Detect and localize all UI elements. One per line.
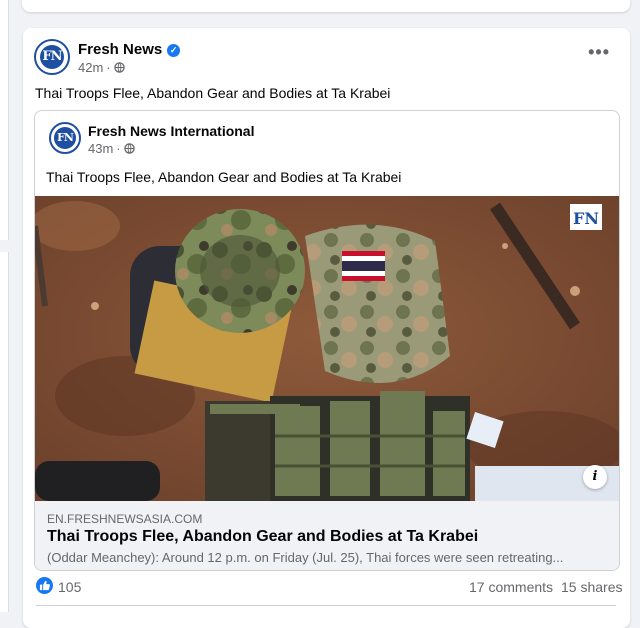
- shared-post-time[interactable]: 43m: [88, 141, 113, 156]
- like-count[interactable]: 105: [58, 579, 81, 595]
- post-text: Thai Troops Flee, Abandon Gear and Bodie…: [35, 85, 391, 101]
- post-time[interactable]: 42m: [78, 60, 103, 75]
- fresh-news-international-logo: FN: [54, 127, 76, 149]
- shared-post-meta: 43m ·: [88, 141, 135, 156]
- shared-author-name[interactable]: Fresh News International: [88, 123, 254, 139]
- link-domain: EN.FRESHNEWSASIA.COM: [47, 512, 203, 526]
- previous-post-card: [22, 0, 630, 12]
- watermark-logo: FN: [573, 209, 599, 228]
- post-card: FN Fresh News ✓ 42m · ••• Thai Troops Flee…: [23, 28, 630, 628]
- link-title[interactable]: Thai Troops Flee, Abandon Gear and Bodie…: [47, 528, 478, 546]
- thumbs-up-icon: [39, 580, 50, 591]
- globe-icon: [113, 62, 125, 73]
- info-button[interactable]: i: [583, 465, 607, 489]
- post-meta: 42m ·: [78, 60, 125, 75]
- link-description: (Oddar Meanchey): Around 12 p.m. on Frid…: [47, 550, 564, 565]
- left-panel-edge-bottom: [0, 252, 9, 612]
- page-avatar[interactable]: FN: [34, 39, 70, 75]
- left-edge: [0, 0, 10, 612]
- globe-icon: [123, 143, 135, 154]
- share-count[interactable]: 15 shares: [561, 579, 622, 595]
- post-author-line: Fresh News ✓: [78, 41, 181, 58]
- divider: [36, 605, 616, 606]
- shared-post-text: Thai Troops Flee, Abandon Gear and Bodie…: [46, 169, 402, 185]
- shared-page-avatar[interactable]: FN: [49, 122, 81, 154]
- like-reaction-icon[interactable]: [36, 577, 53, 594]
- verified-badge-icon: ✓: [167, 44, 181, 57]
- military-gear-photo: FN: [35, 196, 619, 501]
- more-options-icon[interactable]: •••: [588, 42, 610, 63]
- shared-post[interactable]: FN Fresh News International 43m · Thai Tr…: [34, 110, 620, 571]
- post-author-name[interactable]: Fresh News: [78, 41, 162, 58]
- link-preview[interactable]: EN.FRESHNEWSASIA.COM Thai Troops Flee, A…: [35, 501, 619, 570]
- fresh-news-logo: FN: [39, 44, 65, 70]
- comment-count[interactable]: 17 comments: [469, 579, 553, 595]
- post-photo[interactable]: FN i: [35, 196, 619, 501]
- left-panel-edge-top: [0, 0, 9, 240]
